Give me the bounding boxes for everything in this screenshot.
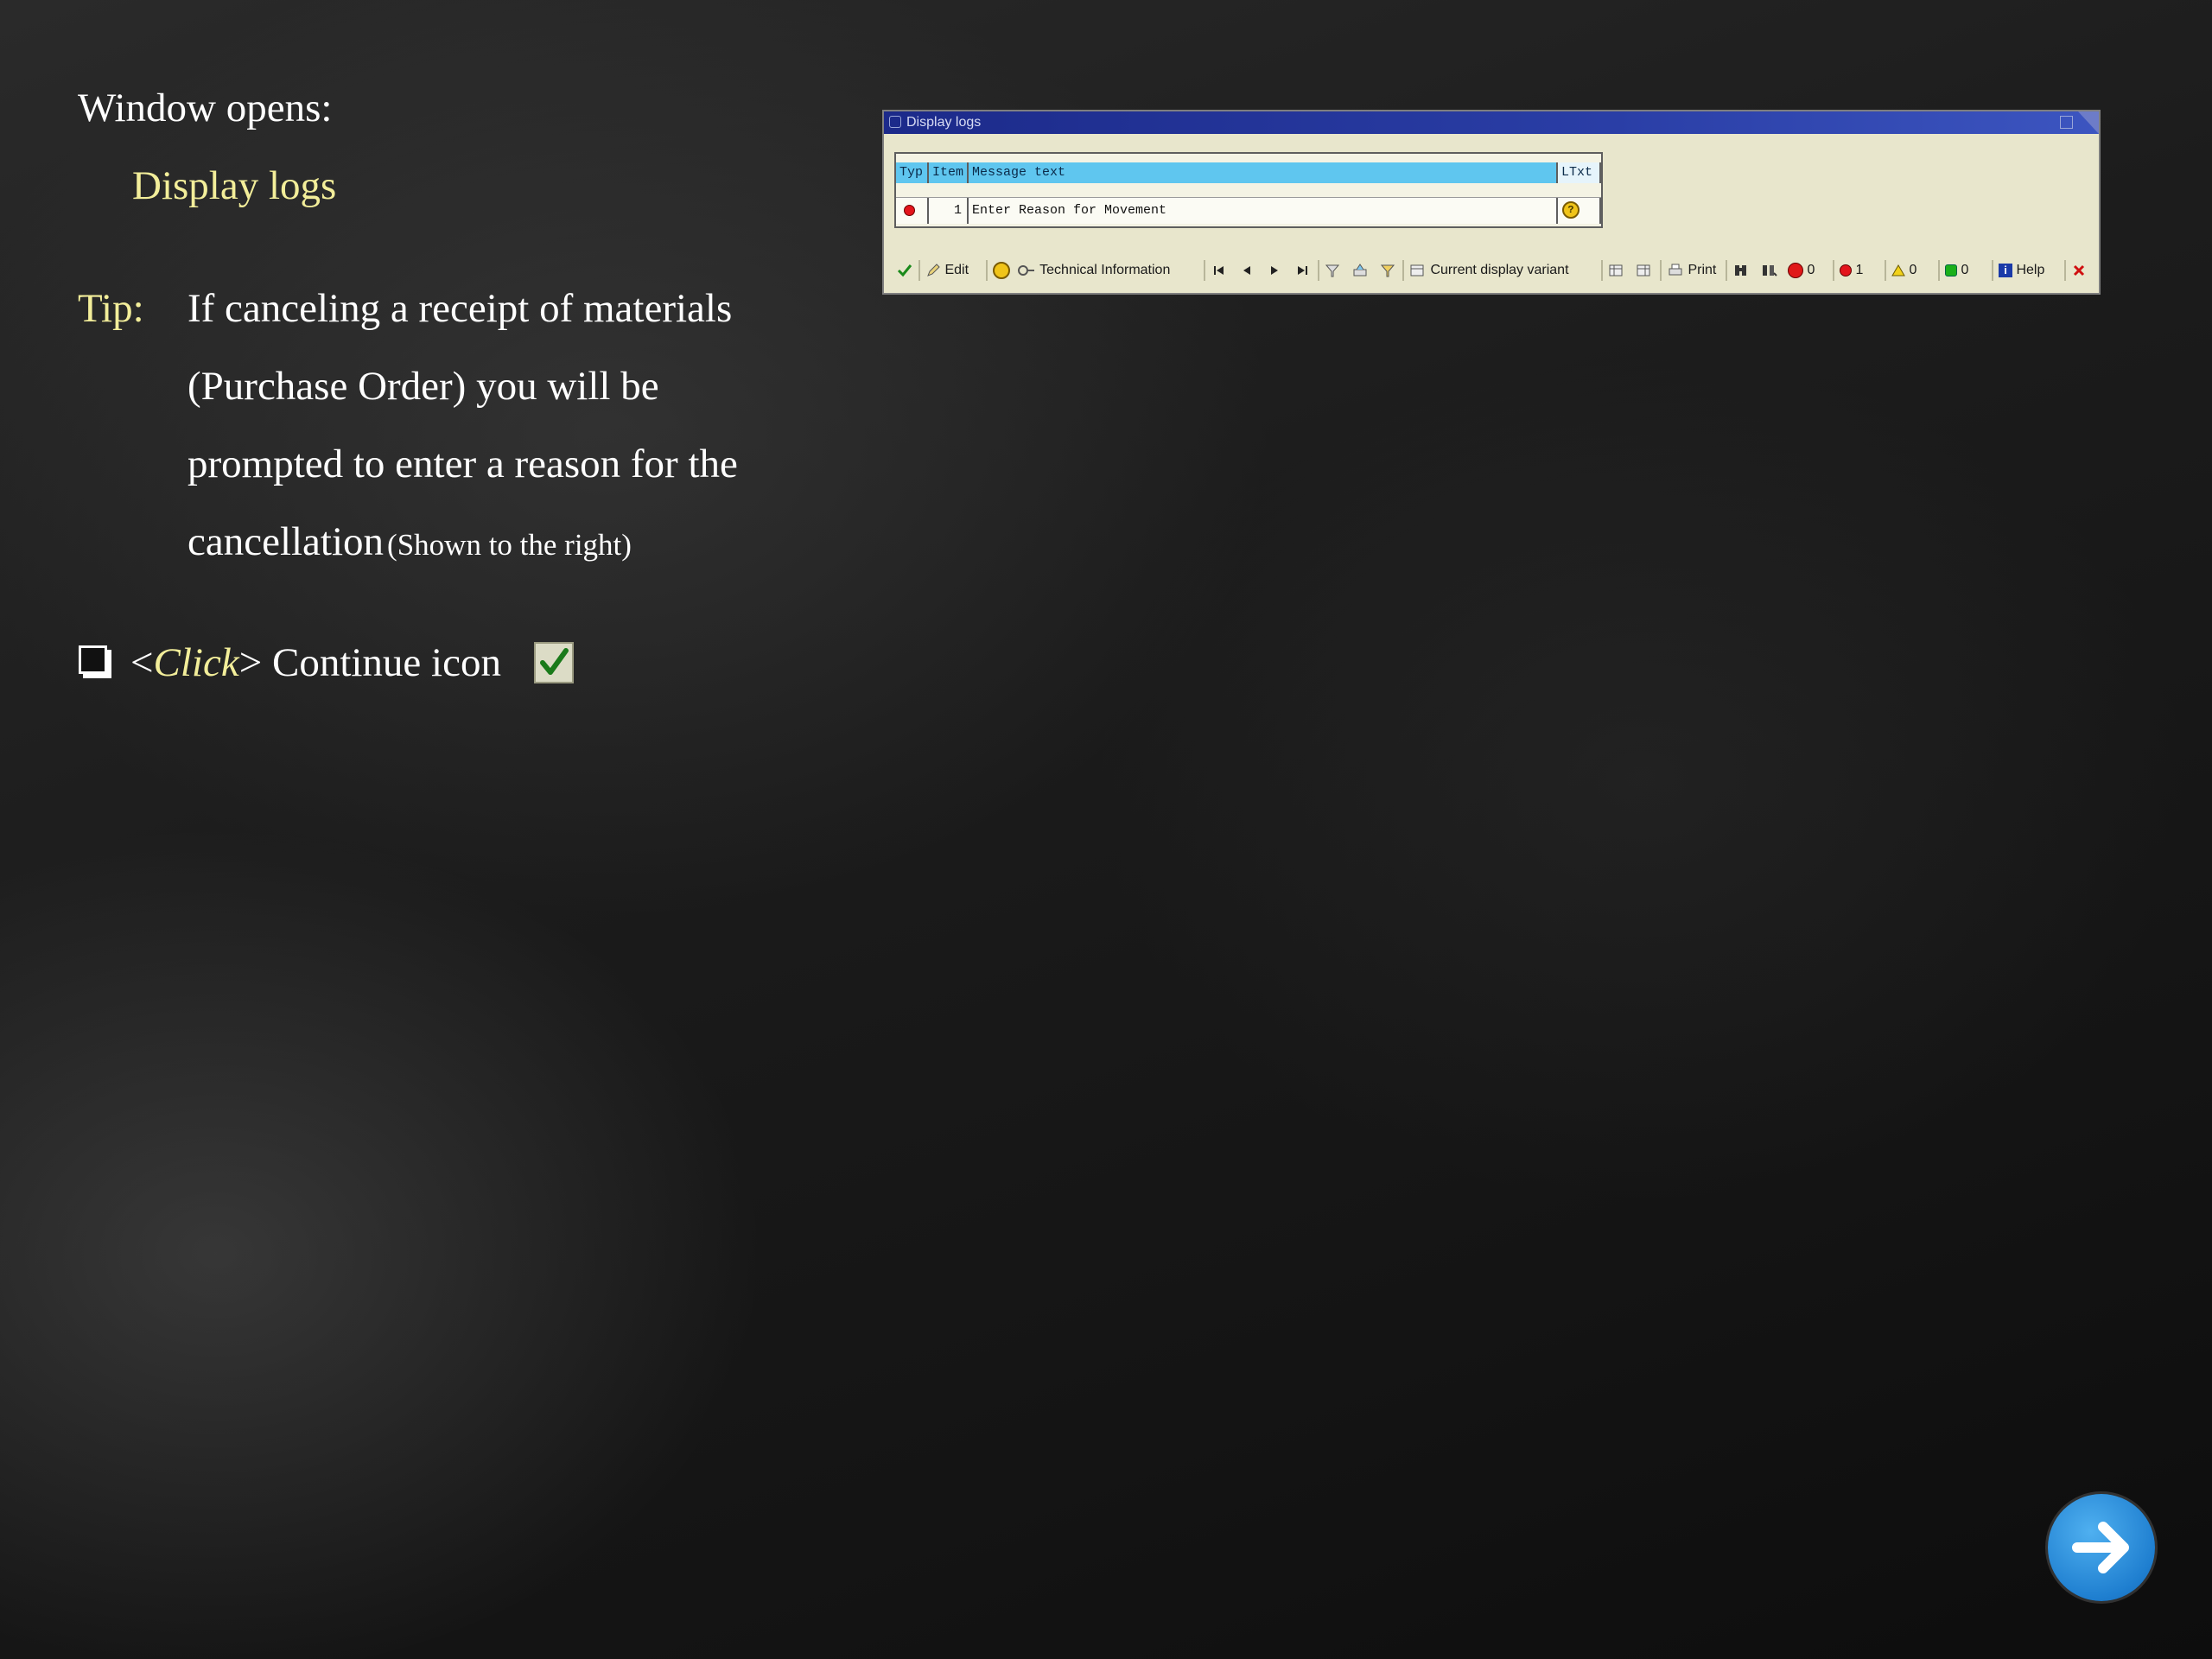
error-messages-button[interactable]: 1 (1840, 256, 1863, 285)
layout-icon (1410, 264, 1424, 276)
step-close: > (238, 640, 263, 685)
titlebar-corner (2078, 111, 2099, 134)
next-page-icon (1271, 265, 1278, 275)
window-opens-label: Window opens: (78, 86, 333, 130)
edit-label: Edit (944, 263, 969, 277)
cancel-button[interactable] (2071, 256, 2087, 285)
next-slide-button[interactable] (2048, 1494, 2155, 1601)
column-header-typ[interactable]: Typ (896, 162, 929, 183)
column-header-ltxt[interactable]: LTxt (1558, 162, 1601, 183)
tip-line-4: cancellation (Shown to the right) (188, 518, 632, 565)
success-count: 0 (1961, 263, 1969, 277)
stop-count: 0 (1807, 263, 1815, 277)
stop-messages-button[interactable]: 0 (1788, 256, 1815, 285)
help-label: Help (2016, 263, 2045, 277)
sum-button[interactable] (1352, 256, 1368, 285)
current-display-variant-label: Current display variant (1430, 263, 1569, 277)
print-button[interactable]: Print (1667, 256, 1716, 285)
binoculars-icon (1735, 264, 1746, 276)
last-page-button[interactable] (1295, 256, 1309, 285)
technical-information-button[interactable]: Technical Information (1017, 256, 1170, 285)
save-layout-icon (1637, 264, 1650, 276)
tip-label: Tip: (78, 286, 144, 331)
log-table: Typ Item Message text LTxt 1 Enter Reaso… (894, 152, 1603, 228)
step-text: Continue icon (271, 640, 501, 685)
cell-ltxt[interactable]: ? (1558, 198, 1601, 224)
stop-icon (1788, 262, 1803, 278)
help-button[interactable]: i Help (1999, 256, 2044, 285)
cell-item: 1 (929, 198, 969, 224)
current-display-variant-button[interactable]: Current display variant (1409, 256, 1569, 285)
step-instruction: <Click> Continue icon (130, 639, 501, 686)
step-open: < (130, 640, 154, 685)
subtotal-button[interactable] (1380, 256, 1395, 285)
tip-note: (Shown to the right) (387, 528, 632, 562)
cell-message-text: Enter Reason for Movement (969, 198, 1558, 224)
find-next-icon (1763, 264, 1777, 276)
first-page-button[interactable] (1212, 256, 1226, 285)
table-row[interactable]: 1 Enter Reason for Movement ? (896, 197, 1601, 224)
technical-info-icon (1018, 264, 1034, 276)
previous-page-icon (1243, 265, 1250, 275)
checkbox-bullet-icon (79, 645, 107, 674)
column-header-item[interactable]: Item (929, 162, 969, 183)
error-red-icon (904, 205, 915, 216)
warning-count: 0 (1909, 263, 1917, 277)
print-label: Print (1688, 263, 1717, 277)
checkmark-icon (897, 264, 912, 276)
long-text-button[interactable] (993, 256, 1010, 285)
cell-typ (896, 198, 929, 224)
dialog-title: Display logs (906, 115, 982, 130)
choose-layout-button[interactable] (1608, 256, 1625, 285)
info-icon: i (1999, 263, 2012, 277)
save-layout-button[interactable] (1636, 256, 1653, 285)
window-name: Display logs (132, 163, 337, 208)
previous-page-button[interactable] (1240, 256, 1254, 285)
window-menu-icon[interactable] (889, 116, 901, 128)
error-red-icon (1840, 264, 1852, 276)
pencil-icon (927, 264, 940, 276)
find-button[interactable] (1732, 256, 1750, 285)
filter-icon (1325, 264, 1340, 277)
continue-button[interactable] (896, 256, 913, 285)
tip-line-2: (Purchase Order) you will be (188, 364, 659, 409)
error-count: 1 (1855, 263, 1864, 277)
long-text-icon (993, 261, 1010, 279)
column-header-message-text[interactable]: Message text (969, 162, 1558, 183)
close-icon (2073, 264, 2085, 276)
filter-button[interactable] (1325, 256, 1340, 285)
tip-line-4-text: cancellation (188, 519, 385, 564)
success-green-icon (1945, 264, 1957, 276)
warning-messages-button[interactable]: 0 (1891, 256, 1916, 285)
maximize-icon[interactable] (2060, 116, 2073, 129)
tip-line-3: prompted to enter a reason for the (188, 442, 738, 486)
find-next-button[interactable] (1760, 256, 1777, 285)
last-page-icon (1298, 265, 1307, 275)
dialog-toolbar: Edit Technical Information Current displ… (891, 256, 2092, 285)
instruction-panel: Window opens: Display logs Tip: If cance… (0, 0, 864, 864)
first-page-icon (1214, 265, 1224, 275)
print-icon (1669, 264, 1682, 276)
tip-line-1: If canceling a receipt of materials (188, 286, 733, 331)
display-logs-dialog: Display logs Typ Item Message text LTxt … (882, 110, 2101, 295)
checkmark-icon (534, 642, 574, 683)
edit-button[interactable]: Edit (925, 256, 969, 285)
long-text-icon[interactable]: ? (1562, 201, 1580, 219)
table-header: Typ Item Message text LTxt (896, 162, 1601, 187)
dialog-titlebar: Display logs (884, 111, 2099, 134)
choose-layout-icon (1609, 264, 1623, 276)
success-messages-button[interactable]: 0 (1945, 256, 1968, 285)
arrow-right-icon (2072, 1522, 2129, 1573)
warning-icon (1891, 264, 1905, 276)
step-click: Click (153, 640, 239, 685)
subtotal-icon (1380, 264, 1395, 277)
technical-information-label: Technical Information (1039, 263, 1171, 277)
next-page-button[interactable] (1268, 256, 1281, 285)
print-preview-icon (1353, 263, 1367, 276)
